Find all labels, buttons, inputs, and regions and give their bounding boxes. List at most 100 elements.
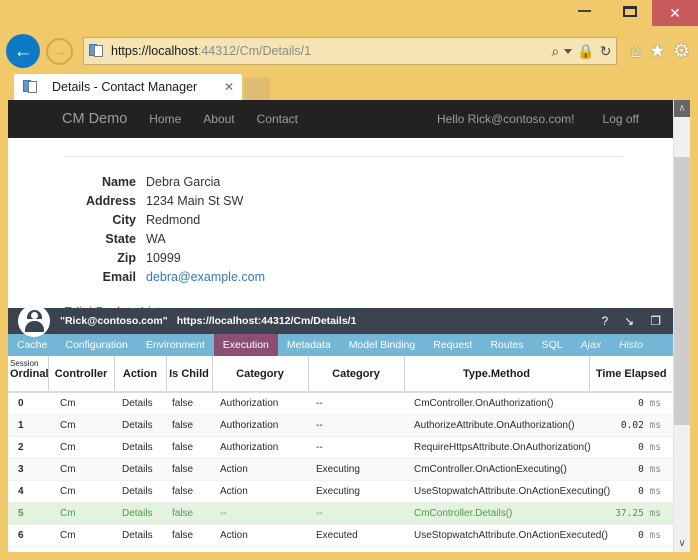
- minimize-panel-icon[interactable]: ↘: [624, 314, 634, 328]
- chevron-down-icon[interactable]: [564, 48, 573, 54]
- column-header-category-1[interactable]: Category: [212, 356, 309, 393]
- column-header-controller[interactable]: Controller: [48, 356, 115, 393]
- details-section: Name Debra Garcia Address 1234 Main St SW …: [8, 156, 673, 319]
- new-tab-button[interactable]: [244, 78, 270, 100]
- minimize-button[interactable]: [562, 0, 607, 22]
- cell-controller: Cm: [48, 414, 114, 437]
- email-link[interactable]: debra@example.com: [146, 270, 265, 284]
- cell-category-2: --: [308, 502, 404, 525]
- nav-item-contact[interactable]: Contact: [257, 112, 298, 126]
- table-row[interactable]: 3 Cm Details false Action Executing CmCo…: [8, 458, 673, 481]
- cell-ordinal: 5: [8, 502, 48, 525]
- column-header-action[interactable]: Action: [114, 356, 167, 393]
- cell-category-1: Action: [212, 458, 308, 481]
- site-brand[interactable]: CM Demo: [62, 111, 127, 127]
- scrollbar-thumb[interactable]: [674, 157, 690, 425]
- glimpse-tab-history[interactable]: Histo: [610, 334, 652, 356]
- table-row[interactable]: 0 Cm Details false Authorization -- CmCo…: [8, 392, 673, 415]
- cell-ordinal: 2: [8, 436, 48, 459]
- glimpse-tab-model-binding[interactable]: Model Binding: [340, 334, 425, 356]
- detail-label: Address: [85, 194, 136, 208]
- cell-is-child: false: [166, 480, 212, 503]
- logoff-link[interactable]: Log off: [603, 112, 639, 126]
- glimpse-tab-sql[interactable]: SQL: [533, 334, 572, 356]
- cell-action: Details: [114, 436, 166, 459]
- browser-tab[interactable]: Details - Contact Manager ✕: [14, 74, 242, 100]
- lock-icon[interactable]: 🔒: [577, 44, 594, 58]
- settings-gear-icon[interactable]: ⚙: [673, 42, 690, 61]
- cell-is-child: false: [166, 524, 212, 547]
- maximize-button[interactable]: [607, 0, 652, 22]
- forward-button[interactable]: →: [46, 37, 73, 65]
- address-bar[interactable]: https://localhost:44312/Cm/Details/1 ⌕ 🔒…: [83, 37, 618, 65]
- site-navbar: CM Demo Home About Contact Hello Rick@co…: [8, 100, 673, 138]
- cell-category-1: Authorization: [212, 414, 308, 437]
- detail-row: State WA: [8, 230, 673, 249]
- detail-label: Email: [102, 270, 136, 284]
- nav-item-about[interactable]: About: [203, 112, 234, 126]
- divider: [64, 156, 623, 157]
- cell-time-elapsed: 0.02 ms: [589, 414, 673, 437]
- column-header-is-child[interactable]: Is Child: [166, 356, 213, 393]
- detail-row: Zip 10999: [8, 249, 673, 268]
- glimpse-tab-cache[interactable]: Cache: [8, 334, 56, 356]
- glimpse-tab-metadata[interactable]: Metadata: [278, 334, 340, 356]
- address-bar-icons: ⌕ 🔒 ↻: [551, 44, 611, 58]
- scrollbar-up-icon[interactable]: ∧: [674, 100, 690, 117]
- glimpse-tab-routes[interactable]: Routes: [481, 334, 532, 356]
- close-icon: ✕: [669, 4, 681, 21]
- detail-label: City: [112, 213, 136, 227]
- back-button[interactable]: ←: [6, 34, 40, 68]
- cell-type-method: AuthorizeAttribute.OnAuthorization(): [404, 414, 589, 437]
- page-icon: [89, 43, 105, 59]
- nav-item-home[interactable]: Home: [149, 112, 181, 126]
- page-scrollbar[interactable]: ∧ ∨: [673, 100, 690, 552]
- home-icon[interactable]: ⌂: [630, 42, 641, 61]
- cell-controller: Cm: [48, 436, 114, 459]
- cell-category-1: Authorization: [212, 436, 308, 459]
- glimpse-tab-request[interactable]: Request: [424, 334, 481, 356]
- column-header-time-elapsed[interactable]: Time Elapsed: [589, 356, 673, 393]
- glimpse-tab-ajax[interactable]: Ajax: [572, 334, 610, 356]
- tab-close-icon[interactable]: ✕: [212, 80, 234, 94]
- cell-time-elapsed: 0 ms: [589, 436, 673, 459]
- user-greeting[interactable]: Hello Rick@contoso.com!: [437, 112, 575, 126]
- minimize-icon: [578, 10, 591, 12]
- cell-action: Details: [114, 392, 166, 415]
- cell-category-2: Executing: [308, 458, 404, 481]
- cell-type-method: CmController.OnActionExecuting(): [404, 458, 589, 481]
- column-header-category-2[interactable]: Category: [308, 356, 405, 393]
- detail-row: Email debra@example.com: [8, 268, 673, 287]
- favorites-icon[interactable]: ★: [649, 42, 666, 61]
- scrollbar-track[interactable]: [674, 117, 690, 535]
- column-header-ordinal[interactable]: Session Ordinal: [8, 356, 49, 393]
- table-header-row: Session Ordinal Controller Action Is Chil…: [8, 356, 673, 393]
- execution-table: Session Ordinal Controller Action Is Chil…: [8, 356, 673, 547]
- refresh-icon[interactable]: ↻: [600, 44, 612, 58]
- table-row[interactable]: 5 Cm Details false -- -- CmController.De…: [8, 502, 673, 525]
- cell-ordinal: 3: [8, 458, 48, 481]
- search-icon[interactable]: ⌕: [551, 44, 559, 58]
- details-list: Name Debra Garcia Address 1234 Main St SW …: [8, 173, 673, 287]
- tab-strip: Details - Contact Manager ✕: [0, 74, 698, 100]
- glimpse-tab-environment[interactable]: Environment: [137, 334, 214, 356]
- detail-row: Name Debra Garcia: [8, 173, 673, 192]
- execution-table-head: Session Ordinal Controller Action Is Chil…: [8, 356, 673, 393]
- glimpse-tab-configuration[interactable]: Configuration: [56, 334, 136, 356]
- cell-category-2: Executed: [308, 524, 404, 547]
- popout-panel-icon[interactable]: ❐: [650, 314, 661, 328]
- cell-type-method: RequireHttpsAttribute.OnAuthorization(): [404, 436, 591, 459]
- cell-type-method: CmController.Details(): [404, 502, 589, 525]
- table-row[interactable]: 1 Cm Details false Authorization -- Auth…: [8, 414, 673, 437]
- glimpse-user: "Rick@contoso.com": [60, 315, 168, 327]
- help-icon[interactable]: ?: [601, 314, 608, 328]
- table-row[interactable]: 6 Cm Details false Action Executed UseSt…: [8, 524, 673, 547]
- glimpse-tab-execution[interactable]: Execution: [213, 334, 278, 356]
- cell-category-1: Action: [212, 480, 308, 503]
- scrollbar-down-icon[interactable]: ∨: [674, 535, 690, 552]
- table-row[interactable]: 2 Cm Details false Authorization -- Requ…: [8, 436, 673, 459]
- table-row[interactable]: 4 Cm Details false Action Executing UseS…: [8, 480, 673, 503]
- cell-controller: Cm: [48, 458, 114, 481]
- close-button[interactable]: ✕: [652, 0, 698, 26]
- column-header-type-method[interactable]: Type.Method: [404, 356, 590, 393]
